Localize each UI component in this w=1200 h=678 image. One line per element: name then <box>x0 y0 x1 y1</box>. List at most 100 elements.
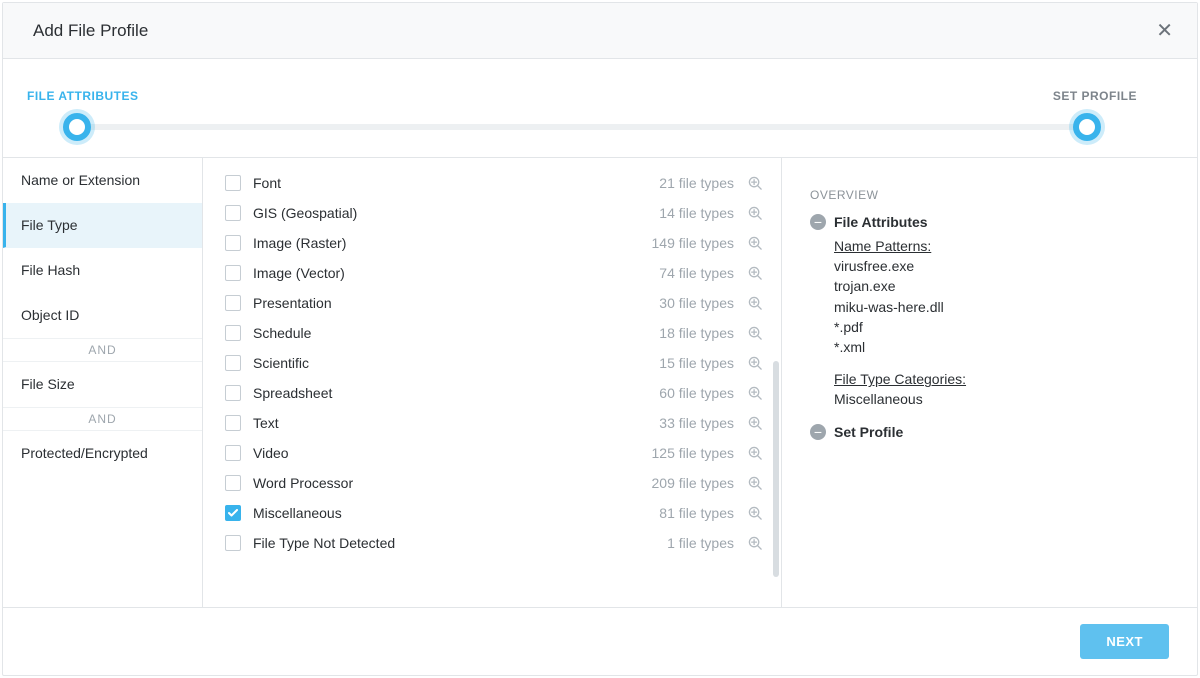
file-type-row: Presentation30 file types <box>225 288 763 318</box>
file-type-list: Font21 file typesGIS (Geospatial)14 file… <box>225 168 763 558</box>
scrollbar[interactable] <box>773 166 779 599</box>
file-type-checkbox[interactable] <box>225 175 241 191</box>
file-type-count: 81 file types <box>659 505 734 521</box>
file-type-count: 1 file types <box>667 535 734 551</box>
file-type-label: Spreadsheet <box>253 385 659 401</box>
sidebar-separator-and-2: AND <box>3 407 202 431</box>
sidebar-item-name-extension[interactable]: Name or Extension <box>3 158 202 203</box>
file-type-panel: Font21 file typesGIS (Geospatial)14 file… <box>203 158 782 607</box>
magnify-icon[interactable] <box>748 416 763 431</box>
sidebar-item-object-id[interactable]: Object ID <box>3 293 202 338</box>
magnify-icon[interactable] <box>748 176 763 191</box>
file-type-categories-value: Miscellaneous <box>834 389 1169 409</box>
file-type-checkbox[interactable] <box>225 235 241 251</box>
file-type-row: Miscellaneous81 file types <box>225 498 763 528</box>
overview-title: OVERVIEW <box>810 188 1169 202</box>
file-type-count: 30 file types <box>659 295 734 311</box>
sidebar: Name or Extension File Type File Hash Ob… <box>3 158 203 607</box>
name-pattern-value: miku-was-here.dll <box>834 297 1169 317</box>
file-type-checkbox[interactable] <box>225 385 241 401</box>
name-pattern-value: virusfree.exe <box>834 256 1169 276</box>
file-type-checkbox[interactable] <box>225 355 241 371</box>
file-type-count: 149 file types <box>652 235 735 251</box>
stepper-node-2[interactable] <box>1073 113 1101 141</box>
stepper-node-1[interactable] <box>63 113 91 141</box>
sidebar-item-protected[interactable]: Protected/Encrypted <box>3 431 202 476</box>
file-type-count: 74 file types <box>659 265 734 281</box>
magnify-icon[interactable] <box>748 296 763 311</box>
magnify-icon[interactable] <box>748 266 763 281</box>
file-type-count: 60 file types <box>659 385 734 401</box>
file-type-count: 18 file types <box>659 325 734 341</box>
modal-footer: NEXT <box>3 607 1197 675</box>
file-type-label: GIS (Geospatial) <box>253 205 659 221</box>
magnify-icon[interactable] <box>748 536 763 551</box>
content: Name or Extension File Type File Hash Ob… <box>3 157 1197 607</box>
sidebar-item-file-type[interactable]: File Type <box>3 203 202 248</box>
file-type-categories-label: File Type Categories: <box>834 371 1169 387</box>
overview-file-type-categories: File Type Categories: Miscellaneous <box>834 371 1169 409</box>
file-type-label: Presentation <box>253 295 659 311</box>
collapse-icon[interactable]: − <box>810 424 826 440</box>
magnify-icon[interactable] <box>748 326 763 341</box>
file-type-checkbox[interactable] <box>225 325 241 341</box>
close-icon[interactable]: ✕ <box>1156 21 1173 41</box>
sidebar-separator-and-1: AND <box>3 338 202 362</box>
file-type-label: Word Processor <box>253 475 652 491</box>
overview-name-patterns: Name Patterns: virusfree.exe trojan.exe … <box>834 238 1169 357</box>
step-label-set-profile: SET PROFILE <box>1053 89 1137 103</box>
modal-title: Add File Profile <box>33 21 148 41</box>
file-type-count: 125 file types <box>652 445 735 461</box>
stepper: FILE ATTRIBUTES SET PROFILE <box>3 59 1197 157</box>
magnify-icon[interactable] <box>748 236 763 251</box>
file-type-row: Text33 file types <box>225 408 763 438</box>
file-type-label: Text <box>253 415 659 431</box>
file-type-row: Spreadsheet60 file types <box>225 378 763 408</box>
file-type-label: Image (Vector) <box>253 265 659 281</box>
collapse-icon[interactable]: − <box>810 214 826 230</box>
file-type-checkbox[interactable] <box>225 505 241 521</box>
name-pattern-value: *.pdf <box>834 317 1169 337</box>
sidebar-item-file-size[interactable]: File Size <box>3 362 202 407</box>
file-type-row: Image (Raster)149 file types <box>225 228 763 258</box>
file-type-count: 14 file types <box>659 205 734 221</box>
file-type-count: 33 file types <box>659 415 734 431</box>
file-type-checkbox[interactable] <box>225 415 241 431</box>
file-type-row: File Type Not Detected1 file types <box>225 528 763 558</box>
magnify-icon[interactable] <box>748 386 763 401</box>
step-label-file-attributes: FILE ATTRIBUTES <box>27 89 139 103</box>
file-type-label: File Type Not Detected <box>253 535 667 551</box>
name-pattern-value: trojan.exe <box>834 276 1169 296</box>
magnify-icon[interactable] <box>748 446 763 461</box>
file-type-row: Image (Vector)74 file types <box>225 258 763 288</box>
modal-header: Add File Profile ✕ <box>3 3 1197 59</box>
overview-heading-file-attributes: File Attributes <box>834 214 928 230</box>
file-type-count: 21 file types <box>659 175 734 191</box>
magnify-icon[interactable] <box>748 476 763 491</box>
next-button[interactable]: NEXT <box>1080 624 1169 659</box>
file-type-checkbox[interactable] <box>225 265 241 281</box>
overview-panel: OVERVIEW − File Attributes Name Patterns… <box>782 158 1197 607</box>
name-pattern-value: *.xml <box>834 337 1169 357</box>
file-type-checkbox[interactable] <box>225 295 241 311</box>
overview-section-set-profile: − Set Profile <box>810 424 1169 440</box>
file-type-label: Image (Raster) <box>253 235 652 251</box>
file-type-checkbox[interactable] <box>225 205 241 221</box>
file-type-checkbox[interactable] <box>225 535 241 551</box>
file-type-count: 15 file types <box>659 355 734 371</box>
magnify-icon[interactable] <box>748 206 763 221</box>
file-type-label: Font <box>253 175 659 191</box>
file-type-label: Miscellaneous <box>253 505 659 521</box>
file-type-count: 209 file types <box>652 475 735 491</box>
stepper-line <box>77 124 1087 130</box>
magnify-icon[interactable] <box>748 506 763 521</box>
sidebar-item-file-hash[interactable]: File Hash <box>3 248 202 293</box>
magnify-icon[interactable] <box>748 356 763 371</box>
overview-section-file-attributes: − File Attributes <box>810 214 1169 230</box>
add-file-profile-modal: Add File Profile ✕ FILE ATTRIBUTES SET P… <box>2 2 1198 676</box>
file-type-checkbox[interactable] <box>225 475 241 491</box>
scrollbar-thumb[interactable] <box>773 361 779 578</box>
name-patterns-label: Name Patterns: <box>834 238 1169 254</box>
file-type-checkbox[interactable] <box>225 445 241 461</box>
file-type-row: Scientific15 file types <box>225 348 763 378</box>
